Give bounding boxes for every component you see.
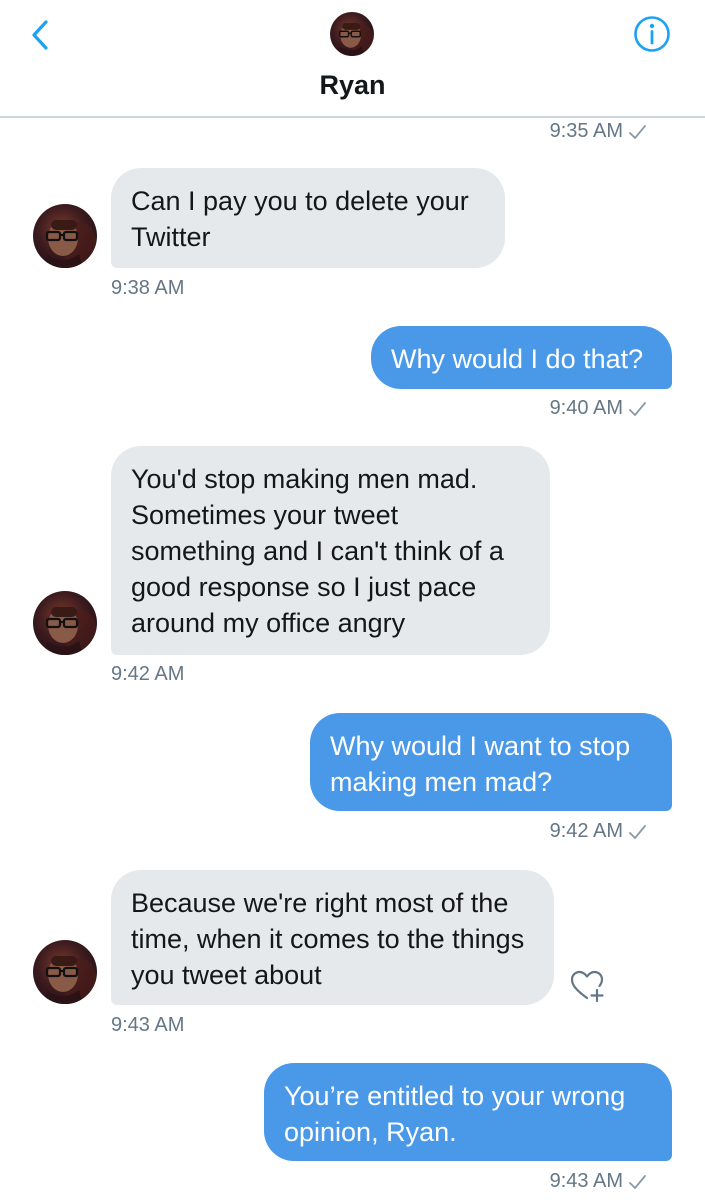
avatar[interactable] [33,204,97,268]
message-timestamp: 9:43 AM [446,1169,646,1193]
header-avatar[interactable] [330,12,374,56]
outgoing-message[interactable]: Why would I want to stop making men mad? [310,713,672,811]
message-timestamp: 9:42 AM [446,819,646,843]
sent-check-icon [629,124,646,139]
outgoing-message[interactable]: Why would I do that? [371,326,672,389]
incoming-message[interactable]: You'd stop making men mad. Sometimes you… [111,446,550,655]
sent-check-icon [629,1174,646,1189]
avatar[interactable] [33,591,97,655]
conversation-name[interactable]: Ryan [0,70,705,101]
avatar[interactable] [33,940,97,1004]
incoming-message[interactable]: Can I pay you to delete your Twitter [111,168,505,268]
outgoing-message[interactable]: You’re entitled to your wrong opinion, R… [264,1063,672,1161]
message-timestamp: 9:40 AM [446,396,646,420]
react-button[interactable] [568,966,608,1006]
message-timestamp: 9:43 AM [111,1014,185,1036]
conversation-header: Ryan [0,0,705,118]
info-icon [634,16,670,52]
chevron-left-icon [32,20,48,50]
incoming-message[interactable]: Because we're right most of the time, wh… [111,870,554,1005]
message-timestamp: 9:42 AM [111,663,185,685]
heart-plus-icon [570,970,604,1003]
message-timestamp: 9:35 AM [446,119,646,143]
message-timestamp: 9:38 AM [111,277,185,299]
back-button[interactable] [24,16,60,56]
sent-check-icon [629,824,646,839]
info-button[interactable] [632,14,672,54]
sent-check-icon [629,401,646,416]
